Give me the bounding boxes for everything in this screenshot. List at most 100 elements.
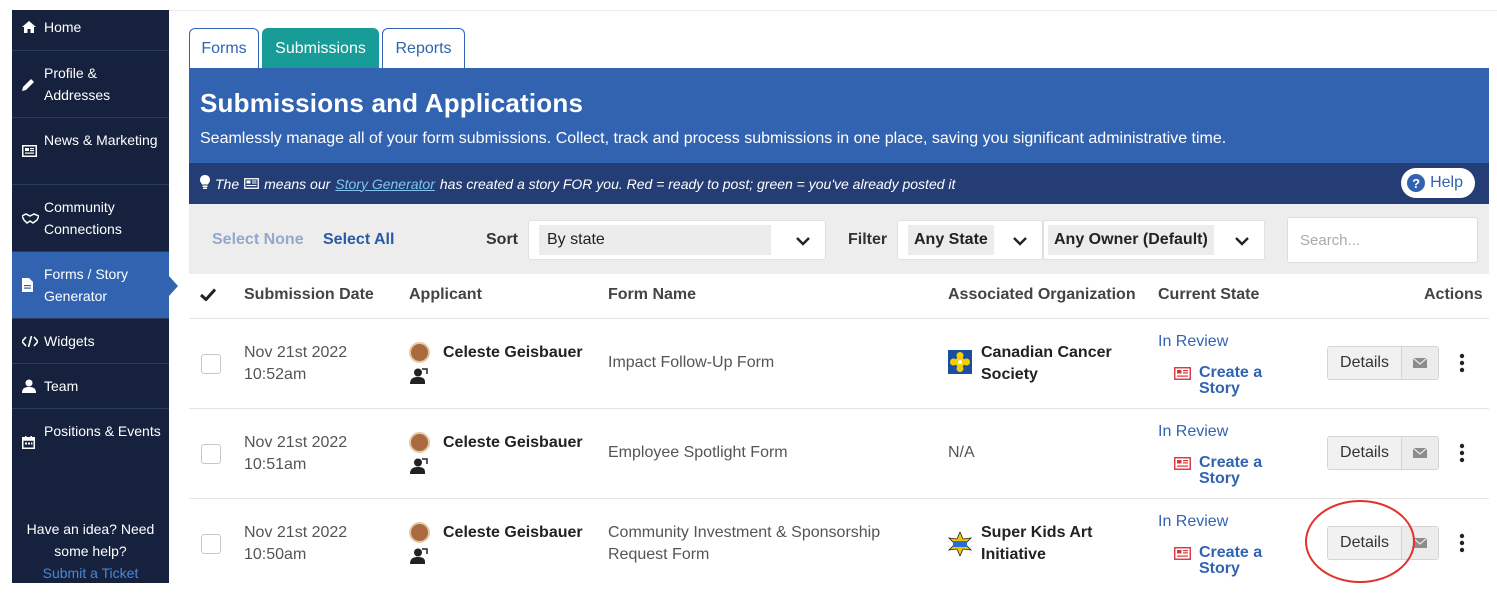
tip-text: The means our Story Generator has create… <box>200 175 955 192</box>
state-link[interactable]: In Review <box>1158 331 1228 353</box>
details-button[interactable]: Details <box>1328 437 1402 469</box>
envelope-icon <box>1413 448 1427 458</box>
select-all-link[interactable]: Select All <box>323 231 394 249</box>
state-link[interactable]: In Review <box>1158 421 1228 443</box>
header-associated-organization[interactable]: Associated Organization <box>948 286 1136 304</box>
more-options-icon[interactable] <box>1457 443 1467 463</box>
sidebar-item-label: Team <box>44 378 79 394</box>
email-button[interactable] <box>1402 437 1438 469</box>
newspaper-icon <box>22 129 44 173</box>
header-actions: Actions <box>1424 286 1483 303</box>
applicant-name[interactable]: Celeste Geisbauer <box>443 342 583 364</box>
sidebar-item-forms[interactable]: Forms / Story Generator <box>12 252 169 319</box>
more-options-icon[interactable] <box>1457 353 1467 373</box>
handshake-icon <box>22 196 44 240</box>
form-name: Impact Follow-Up Form <box>608 354 775 371</box>
newspaper-icon <box>1174 547 1191 560</box>
user-icon <box>22 375 44 397</box>
sidebar-item-widgets[interactable]: Widgets <box>12 319 169 364</box>
create-story-link[interactable]: Create a Story <box>1199 455 1279 487</box>
super-kids-logo <box>948 532 972 556</box>
select-none-link[interactable]: Select None <box>212 231 304 249</box>
tab-submissions[interactable]: Submissions <box>262 28 379 68</box>
sidebar-item-news[interactable]: News & Marketing <box>12 118 169 185</box>
document-icon <box>22 263 44 307</box>
header-current-state[interactable]: Current State <box>1158 286 1259 304</box>
sidebar-item-label: Community Connections <box>44 199 122 237</box>
state-filter-select[interactable]: Any State <box>897 220 1043 260</box>
table-row: Nov 21st 2022 10:52am Celeste Geisbauer I… <box>189 318 1489 408</box>
person-icon[interactable] <box>410 368 428 384</box>
row-checkbox[interactable] <box>201 354 221 374</box>
email-button[interactable] <box>1402 527 1438 559</box>
page-subtitle: Seamlessly manage all of your form submi… <box>200 130 1227 147</box>
applicant-avatar <box>409 432 430 453</box>
submission-date: Nov 21st 2022 10:52am <box>244 344 348 383</box>
applicant-name[interactable]: Celeste Geisbauer <box>443 522 583 544</box>
sidebar-item-profile[interactable]: Profile & Addresses <box>12 51 169 118</box>
sort-label: Sort <box>486 231 518 248</box>
lightbulb-icon <box>200 175 210 192</box>
select-column-check-icon[interactable] <box>199 288 217 306</box>
filter-toolbar: Select None Select All Sort By state Fil… <box>189 204 1489 274</box>
page-header-banner: Submissions and Applications Seamlessly … <box>189 68 1489 163</box>
applicant-avatar <box>409 522 430 543</box>
sidebar-item-label: Home <box>44 19 82 35</box>
tab-forms[interactable]: Forms <box>189 28 259 68</box>
applicant-avatar <box>409 342 430 363</box>
newspaper-icon <box>1174 367 1191 380</box>
row-checkbox[interactable] <box>201 444 221 464</box>
sidebar-item-label: Positions & Events <box>44 423 161 439</box>
sidebar-item-label: Widgets <box>44 333 95 349</box>
help-button[interactable]: ? Help <box>1401 168 1475 198</box>
help-text: Have an idea? Need some help? <box>26 521 155 559</box>
organization-name: Canadian Cancer Society <box>981 344 1112 383</box>
more-options-icon[interactable] <box>1457 533 1467 553</box>
create-story-link[interactable]: Create a Story <box>1199 365 1279 397</box>
page-title: Submissions and Applications <box>200 88 584 118</box>
home-icon <box>22 16 44 38</box>
submission-date: Nov 21st 2022 10:51am <box>244 434 348 473</box>
chevron-down-icon <box>1013 237 1027 246</box>
form-name: Community Investment & Sponsorship Reque… <box>608 524 881 563</box>
sidebar-item-label: Profile & Addresses <box>44 65 111 103</box>
form-name: Employee Spotlight Form <box>608 444 788 461</box>
owner-filter-select[interactable]: Any Owner (Default) <box>1043 220 1265 260</box>
table-row: Nov 21st 2022 10:51am Celeste Geisbauer E… <box>189 408 1489 498</box>
envelope-icon <box>1413 538 1427 548</box>
story-generator-link[interactable]: Story Generator <box>335 176 435 192</box>
details-button[interactable]: Details <box>1328 527 1402 559</box>
sidebar-item-home[interactable]: Home <box>12 10 169 51</box>
details-button-group: Details <box>1327 526 1439 560</box>
create-story-link[interactable]: Create a Story <box>1199 545 1279 577</box>
details-button-group: Details <box>1327 436 1439 470</box>
sidebar-item-team[interactable]: Team <box>12 364 169 409</box>
organization-name: N/A <box>948 444 975 461</box>
details-button[interactable]: Details <box>1328 347 1402 379</box>
chevron-down-icon <box>796 237 810 246</box>
header-form-name[interactable]: Form Name <box>608 286 696 304</box>
email-button[interactable] <box>1402 347 1438 379</box>
app-root: Home Profile & Addresses News & Marketin… <box>0 0 1497 593</box>
tab-reports[interactable]: Reports <box>382 28 465 68</box>
state-link[interactable]: In Review <box>1158 511 1228 533</box>
envelope-icon <box>1413 358 1427 368</box>
top-divider <box>169 10 1497 11</box>
question-icon: ? <box>1407 174 1426 192</box>
table-row: Nov 21st 2022 10:50am Celeste Geisbauer C… <box>189 498 1489 593</box>
person-icon[interactable] <box>410 548 428 564</box>
applicant-name[interactable]: Celeste Geisbauer <box>443 432 583 454</box>
sidebar-item-community[interactable]: Community Connections <box>12 185 169 252</box>
search-input[interactable] <box>1287 217 1478 263</box>
sidebar-item-positions[interactable]: Positions & Events <box>12 409 169 476</box>
person-icon[interactable] <box>410 458 428 474</box>
submit-ticket-link[interactable]: Submit a Ticket <box>12 562 169 583</box>
calendar-icon <box>22 420 44 464</box>
row-checkbox[interactable] <box>201 534 221 554</box>
cancer-society-logo <box>948 350 972 374</box>
newspaper-icon <box>244 176 260 192</box>
sidebar: Home Profile & Addresses News & Marketin… <box>12 10 169 583</box>
header-applicant[interactable]: Applicant <box>409 286 482 304</box>
header-submission-date[interactable]: Submission Date <box>244 286 374 304</box>
sort-select[interactable]: By state <box>528 220 826 260</box>
